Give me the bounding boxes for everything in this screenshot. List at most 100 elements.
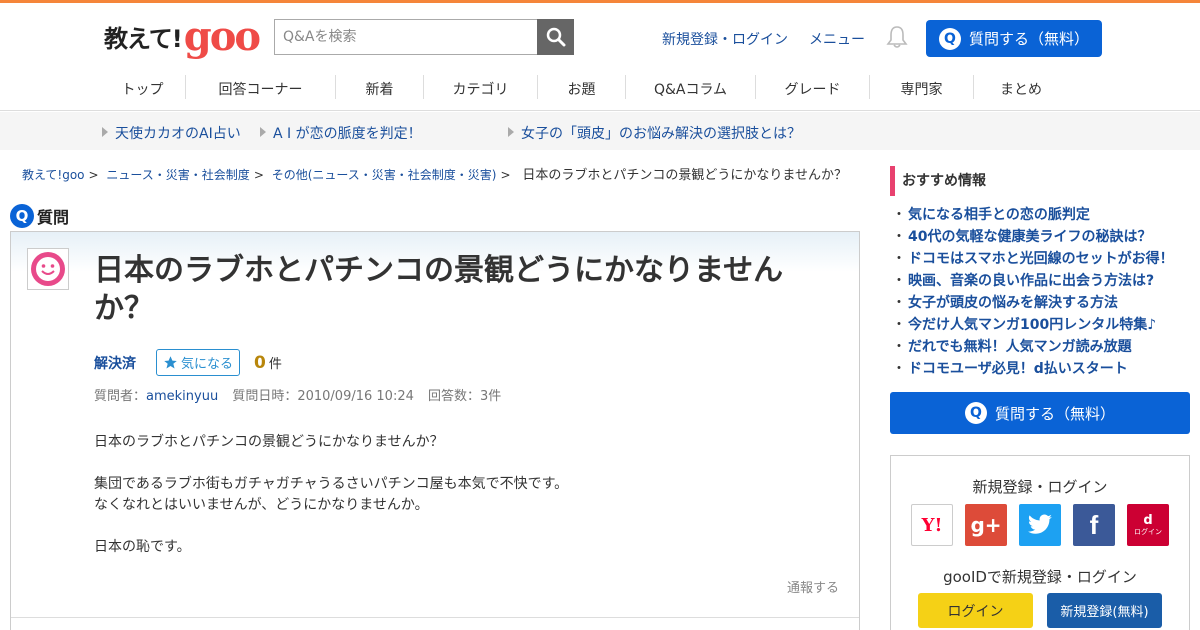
twitter-icon — [1028, 514, 1052, 534]
nav-item-expert[interactable]: 専門家 — [870, 75, 974, 99]
nav-item-qa-column[interactable]: Q&Aコラム — [626, 75, 756, 99]
nav-item-answer-corner[interactable]: 回答コーナー — [186, 75, 336, 99]
bullet: ・ — [892, 273, 906, 289]
google-plus-login-button[interactable]: g+ — [965, 504, 1007, 546]
google-plus-icon: g+ — [970, 513, 1002, 537]
main-nav: トップ 回答コーナー 新着 カテゴリ お題 Q&Aコラム グレード 専門家 まと… — [100, 75, 1068, 99]
facebook-icon: f — [1089, 509, 1099, 540]
question-section-label: 質問 — [37, 208, 70, 227]
question-body-paragraph: 日本のラブホとパチンコの景観どうにかなりませんか？ — [94, 434, 444, 450]
docomo-icon: d — [1143, 512, 1153, 528]
recommend-link-text: 40代の気軽な健康美ライフの秘訣は？ — [908, 229, 1152, 245]
question-q-icon: Q — [938, 27, 961, 50]
breadcrumb-current: 日本のラブホとパチンコの景観どうにかなりませんか？ — [522, 168, 847, 183]
nav-item-matome[interactable]: まとめ — [974, 75, 1068, 99]
promo-link-love-judge[interactable]: A I が恋の脈度を判定！ — [260, 123, 422, 143]
question-meta: 質問者：amekinyuu 質問日時：2010/09/16 10:24 回答数：… — [94, 385, 501, 404]
question-q-icon: Q — [10, 204, 34, 228]
resolved-status: 解決済 — [94, 355, 136, 372]
search-button[interactable] — [537, 19, 574, 55]
nav-item-category[interactable]: カテゴリ — [424, 75, 538, 99]
breadcrumb-item-news[interactable]: ニュース・災害・社会制度 — [106, 168, 249, 182]
asker-label: 質問者： — [94, 389, 147, 404]
register-login-link[interactable]: 新規登録・ログイン — [662, 29, 788, 49]
facebook-login-button[interactable]: f — [1073, 504, 1115, 546]
search-icon — [546, 27, 565, 47]
favorite-unit: 件 — [268, 357, 282, 372]
recommend-link-text: 映画、音楽の良い作品に出会う方法は? — [908, 273, 1155, 289]
bullet: ・ — [892, 251, 906, 267]
report-link[interactable]: 通報する — [787, 577, 839, 596]
question-box: 日本のラブホとパチンコの景観どうにかなりませんか？ 解決済 気になる 0 件 質… — [10, 231, 860, 630]
recommend-link[interactable]: ・今だけ人気マンガ100円レンタル特集♪ — [892, 314, 1192, 336]
question-q-icon: Q — [964, 402, 987, 424]
recommend-link[interactable]: ・だれでも無料！人気マンガ読み放題 — [892, 336, 1192, 358]
recommend-link-text: 気になる相手との恋の脈判定 — [908, 207, 1090, 223]
bullet: ・ — [892, 339, 906, 355]
bullet: ・ — [892, 317, 906, 333]
recommend-link[interactable]: ・気になる相手との恋の脈判定 — [892, 204, 1192, 226]
docomo-login-label: ログイン — [1134, 527, 1162, 536]
breadcrumb-separator: > — [88, 168, 99, 182]
favorite-count: 0 — [254, 352, 266, 373]
question-title: 日本のラブホとパチンコの景観どうにかなりませんか？ — [94, 253, 784, 326]
promo-link-ai-fortune[interactable]: 天使カカオのAI占い — [102, 123, 241, 143]
promo-bar: 天使カカオのAI占い A I が恋の脈度を判定！ 女子の「頭皮」のお悩み解決の選… — [0, 112, 1200, 150]
recommend-link[interactable]: ・映画、音楽の良い作品に出会う方法は? — [892, 270, 1192, 292]
question-body-line: 集団であるラブホ街もガチャガチャうるさいパチンコ屋も本気で不快です。 — [94, 476, 569, 492]
recommend-link-text: だれでも無料！人気マンガ読み放題 — [908, 339, 1132, 355]
login-title: 新規登録・ログイン — [972, 478, 1108, 496]
bullet: ・ — [892, 361, 906, 377]
bell-icon[interactable] — [886, 25, 908, 49]
recommend-link-text: 女子が頭皮の悩みを解決する方法 — [908, 295, 1118, 311]
nav-item-grade[interactable]: グレード — [756, 75, 870, 99]
recommend-link[interactable]: ・女子が頭皮の悩みを解決する方法 — [892, 292, 1192, 314]
ask-question-button[interactable]: Q 質問する（無料） — [926, 20, 1102, 57]
breadcrumb: 教えて!goo > ニュース・災害・社会制度 > その他(ニュース・災害・社会制度・… — [22, 164, 847, 183]
login-button[interactable]: ログイン — [918, 593, 1033, 628]
breadcrumb-separator: > — [500, 168, 511, 182]
site-logo[interactable]: 教えて! goo — [104, 15, 261, 57]
question-date: 質問日時：2010/09/16 10:24 — [232, 389, 414, 404]
menu-link[interactable]: メニュー — [809, 29, 865, 49]
logo-text: 教えて! — [104, 25, 183, 53]
recommend-list: ・気になる相手との恋の脈判定 ・ 40代の気軽な健康美ライフの秘訣は？ ・ドコモは… — [892, 204, 1192, 380]
recommend-heading: おすすめ情報 — [890, 166, 1190, 196]
bullet: ・ — [892, 229, 906, 245]
favorite-button[interactable]: 気になる — [156, 349, 241, 376]
twitter-login-button[interactable] — [1019, 504, 1061, 546]
sidebar-ask-label: 質問する（無料） — [994, 404, 1115, 423]
ask-question-label: 質問する（無料） — [968, 30, 1089, 48]
question-body-paragraph: 日本の恥です。 — [94, 539, 191, 555]
nav-item-topic[interactable]: お題 — [538, 75, 626, 99]
breadcrumb-item-other[interactable]: その他(ニュース・災害・社会制度・災害) — [272, 168, 497, 182]
question-section-heading: Q 質問 — [10, 204, 69, 228]
avatar[interactable] — [27, 248, 69, 290]
breadcrumb-separator: > — [253, 168, 264, 182]
nav-item-new[interactable]: 新着 — [336, 75, 424, 99]
nav-item-top[interactable]: トップ — [100, 75, 186, 99]
recommend-link-text: ドコモユーザ必見！d払いスタート — [908, 361, 1128, 377]
docomo-login-button[interactable]: d ログイン — [1127, 504, 1169, 546]
promo-link-scalp[interactable]: 女子の「頭皮」のお悩み解決の選択肢とは？ — [508, 123, 801, 143]
recommend-link-text: ドコモはスマホと光回線のセットがお得！ — [908, 251, 1174, 267]
recommend-link-text: 今だけ人気マンガ100円レンタル特集♪ — [908, 317, 1157, 333]
question-body: 日本のラブホとパチンコの景観どうにかなりませんか？ 集団であるラブホ街もガチャガ… — [94, 432, 568, 579]
breadcrumb-item-home[interactable]: 教えて!goo — [22, 168, 85, 182]
favorite-label: 気になる — [181, 357, 234, 372]
search-input[interactable]: Q&Aを検索 — [274, 19, 538, 55]
yahoo-login-button[interactable]: Y! — [911, 504, 953, 546]
sidebar-ask-button[interactable]: Q 質問する（無料） — [890, 392, 1190, 434]
register-button[interactable]: 新規登録(無料) — [1047, 593, 1162, 628]
yahoo-icon: Y! — [921, 514, 943, 536]
star-icon — [164, 356, 177, 369]
recommend-link[interactable]: ・ドコモユーザ必見！d払いスタート — [892, 358, 1192, 380]
question-body-line: なくなれとはいいませんが、どうにかなりませんか。 — [94, 497, 429, 513]
recommend-link[interactable]: ・ 40代の気軽な健康美ライフの秘訣は？ — [892, 226, 1192, 248]
bullet: ・ — [892, 295, 906, 311]
asker-link[interactable]: amekinyuu — [146, 389, 218, 404]
recommend-link[interactable]: ・ドコモはスマホと光回線のセットがお得！ — [892, 248, 1192, 270]
question-status-row: 解決済 気になる 0 件 — [94, 349, 282, 376]
divider — [11, 617, 859, 618]
bullet: ・ — [892, 207, 906, 223]
